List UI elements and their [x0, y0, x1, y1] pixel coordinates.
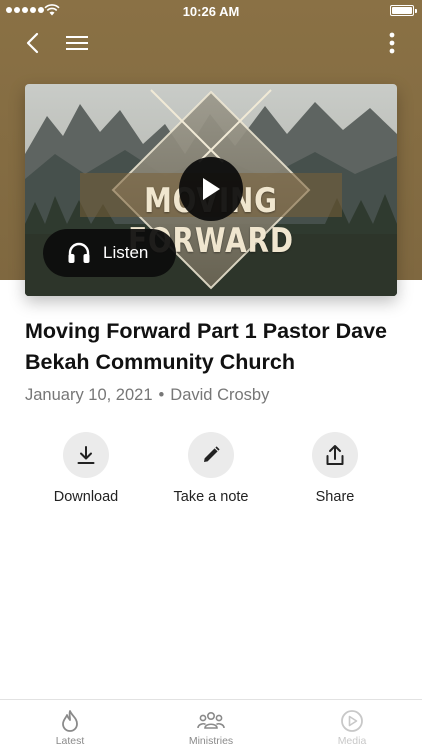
take-note-action[interactable]: Take a note — [151, 432, 271, 505]
tab-ministries-label: Ministries — [188, 735, 234, 747]
take-note-label: Take a note — [173, 489, 249, 505]
listen-button[interactable]: Listen — [43, 229, 176, 277]
play-button[interactable] — [179, 157, 243, 221]
tab-media-label: Media — [337, 735, 367, 747]
download-button[interactable] — [63, 432, 109, 478]
menu-button[interactable] — [62, 30, 92, 56]
play-icon — [203, 178, 220, 200]
share-action[interactable]: Share — [275, 432, 395, 505]
pencil-icon — [204, 446, 220, 462]
more-options-button[interactable] — [382, 30, 402, 56]
hamburger-icon — [66, 36, 88, 50]
status-time: 10:26 AM — [182, 4, 240, 19]
group-icon — [197, 711, 225, 729]
tab-ministries[interactable]: Ministries — [151, 700, 271, 750]
take-note-button[interactable] — [188, 432, 234, 478]
sermon-artwork[interactable]: MOVING FORWARD Listen — [25, 84, 397, 296]
headphones-icon — [68, 242, 90, 263]
tab-bar: Latest Ministries Media — [0, 699, 422, 750]
tab-latest-label: Latest — [55, 735, 85, 747]
share-button[interactable] — [312, 432, 358, 478]
share-icon — [326, 445, 344, 465]
download-label: Download — [53, 489, 119, 505]
vertical-dots-icon — [389, 32, 395, 54]
play-circle-icon — [341, 710, 363, 732]
back-button[interactable] — [18, 30, 46, 56]
download-icon — [77, 446, 95, 464]
sermon-author: David Crosby — [170, 386, 270, 404]
listen-label: Listen — [103, 243, 149, 262]
chevron-left-icon — [26, 32, 39, 54]
sermon-meta: January 10, 2021 • David Crosby — [25, 386, 269, 405]
status-bar: 10:26 AM — [0, 0, 422, 22]
tab-media[interactable]: Media — [292, 700, 412, 750]
sermon-date: January 10, 2021 — [25, 386, 153, 404]
flame-icon — [62, 710, 78, 732]
sermon-title: Moving Forward Part 1 Pastor Dave Bekah … — [25, 319, 388, 374]
tab-latest[interactable]: Latest — [10, 700, 130, 750]
share-label: Share — [315, 489, 355, 505]
battery-icon — [390, 5, 417, 16]
meta-separator: • — [158, 386, 165, 404]
download-action[interactable]: Download — [26, 432, 146, 505]
